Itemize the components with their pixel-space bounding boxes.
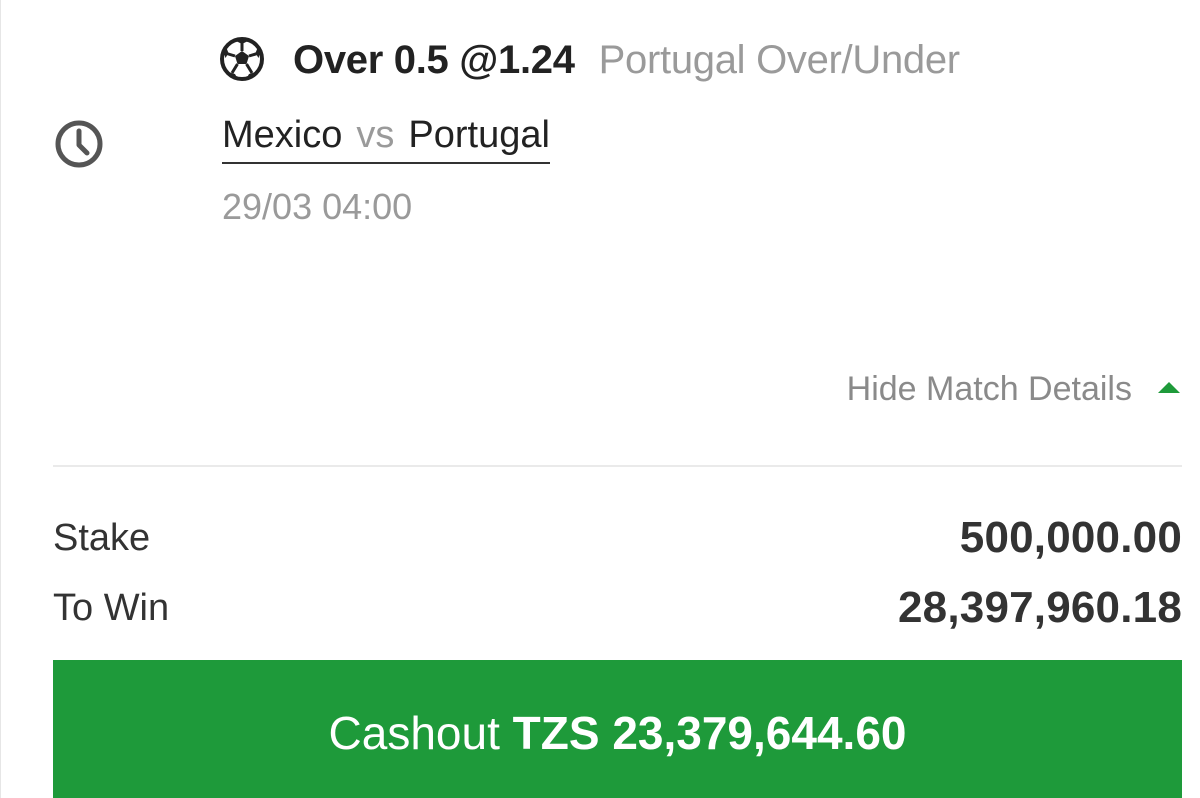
to-win-value: 28,397,960.18: [898, 583, 1182, 632]
home-team: Mexico: [222, 113, 343, 156]
divider: [53, 465, 1182, 467]
kickoff-time: 29/03 04:00: [222, 186, 413, 227]
cashout-currency: TZS: [512, 707, 600, 759]
to-win-row: To Win 28,397,960.18: [53, 582, 1182, 634]
clock-icon: [55, 120, 103, 168]
to-win-label: To Win: [53, 586, 170, 629]
away-team: Portugal: [408, 113, 550, 156]
stake-value: 500,000.00: [959, 513, 1182, 562]
soccer-ball-icon: [220, 37, 264, 81]
cashout-label: Cashout: [328, 707, 500, 759]
details-toggle-label: Hide Match Details: [846, 369, 1132, 408]
selection-line: Over 0.5 @1.24 Portugal Over/Under: [293, 32, 960, 88]
market-name: Portugal Over/Under: [598, 37, 960, 82]
hide-match-details-toggle[interactable]: Hide Match Details: [847, 364, 1180, 414]
caret-up-icon: [1158, 381, 1180, 393]
cashout-text: Cashout TZS 23,379,644.60: [329, 706, 907, 760]
match-vs: vs: [356, 113, 395, 156]
stake-row: Stake 500,000.00: [53, 512, 1182, 564]
stake-label: Stake: [53, 516, 151, 559]
match-link[interactable]: Mexico vs Portugal: [222, 110, 550, 164]
cashout-amount: 23,379,644.60: [612, 707, 907, 759]
bet-detail-card: Over 0.5 @1.24 Portugal Over/Under Mexic…: [0, 0, 1200, 798]
selection-title: Over 0.5 @1.24: [293, 37, 575, 82]
cashout-button[interactable]: Cashout TZS 23,379,644.60: [53, 660, 1182, 798]
